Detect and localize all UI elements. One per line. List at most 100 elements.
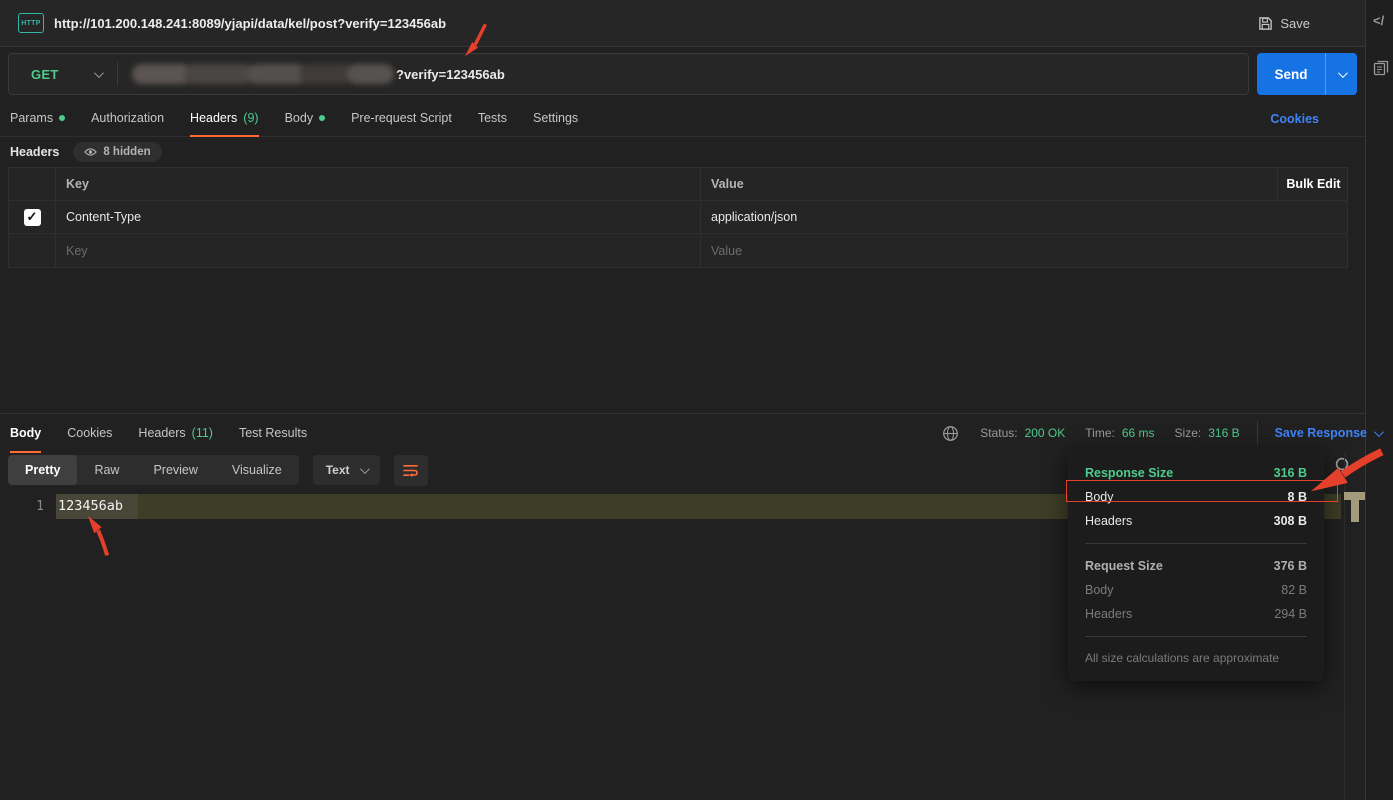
response-tab-body[interactable]: Body	[10, 414, 41, 452]
view-visualize[interactable]: Visualize	[215, 455, 299, 485]
search-icon	[1334, 456, 1352, 474]
response-tab-cookies[interactable]: Cookies	[67, 414, 112, 452]
redacted-url-segment	[132, 63, 394, 85]
popup-request-body-row: Body 82 B	[1068, 578, 1324, 602]
send-label[interactable]: Send	[1257, 53, 1325, 95]
table-header-row: Key Value Bulk Edit	[9, 168, 1347, 201]
request-tabs: Params Authorization Headers(9) Body Pre…	[0, 100, 1365, 137]
header-value-cell[interactable]: application/json	[701, 201, 1278, 233]
request-headers-value: 294 B	[1274, 607, 1307, 621]
key-input-placeholder[interactable]: Key	[56, 234, 701, 267]
chevron-down-icon	[1338, 68, 1348, 78]
url-bar: GET ?verify=123456ab	[8, 53, 1249, 95]
request-size-value: 376 B	[1274, 559, 1307, 573]
row-checkbox-cell: ✓	[9, 201, 56, 233]
request-title: http://101.200.148.241:8089/yjapi/data/k…	[54, 16, 446, 31]
request-body-value: 82 B	[1281, 583, 1307, 597]
bulk-edit-button[interactable]: Bulk Edit	[1278, 168, 1349, 200]
view-mode-segment: Pretty Raw Preview Visualize	[8, 455, 299, 485]
method-select[interactable]: GET	[9, 67, 117, 82]
format-select[interactable]: Text	[313, 455, 380, 485]
send-options-button[interactable]	[1326, 53, 1357, 95]
row-checkbox-cell	[9, 234, 56, 267]
divider	[117, 62, 118, 86]
code-snippet-icon[interactable]: </	[1373, 13, 1384, 28]
size-value[interactable]: 316 B	[1208, 426, 1239, 440]
popup-response-size-row: Response Size 316 B	[1068, 461, 1324, 485]
tab-params[interactable]: Params	[10, 100, 65, 136]
popup-request-headers-row: Headers 294 B	[1068, 602, 1324, 626]
cookies-link[interactable]: Cookies	[1270, 100, 1319, 137]
popup-body-value: 8 B	[1288, 490, 1307, 504]
response-tab-headers[interactable]: Headers(11)	[138, 414, 213, 452]
popup-footnote: All size calculations are approximate	[1068, 647, 1324, 665]
request-body-label: Body	[1085, 583, 1114, 597]
popup-body-row: Body 8 B	[1068, 485, 1324, 509]
tab-body[interactable]: Body	[285, 100, 326, 136]
right-sidebar: </	[1365, 0, 1393, 800]
view-preview[interactable]: Preview	[136, 455, 214, 485]
table-row: ✓ Content-Type application/json	[9, 201, 1347, 234]
url-input[interactable]: ?verify=123456ab	[396, 67, 505, 82]
chevron-down-icon	[94, 68, 104, 78]
method-label: GET	[31, 67, 59, 82]
line-number: 1	[0, 494, 44, 519]
tab-settings[interactable]: Settings	[533, 100, 578, 136]
save-button[interactable]: Save	[1258, 0, 1310, 47]
save-response-label: Save Response	[1275, 426, 1367, 440]
view-raw[interactable]: Raw	[77, 455, 136, 485]
params-dot	[59, 115, 65, 121]
documentation-icon[interactable]	[1373, 60, 1389, 76]
divider	[1257, 421, 1258, 445]
tab-pre-request-script[interactable]: Pre-request Script	[351, 100, 452, 136]
response-tab-test-results[interactable]: Test Results	[239, 414, 307, 452]
tab-tests[interactable]: Tests	[478, 100, 507, 136]
response-view-controls: Pretty Raw Preview Visualize Text	[8, 454, 428, 486]
hidden-headers-label: 8 hidden	[103, 146, 150, 158]
request-headers-label: Headers	[1085, 607, 1132, 621]
select-all-cell	[9, 168, 56, 200]
globe-icon[interactable]	[942, 425, 959, 442]
eye-icon	[84, 147, 97, 157]
value-input-placeholder[interactable]: Value	[701, 234, 1278, 267]
header-key-cell[interactable]: Content-Type	[56, 201, 701, 233]
save-response-button[interactable]: Save Response	[1275, 426, 1381, 440]
tab-authorization[interactable]: Authorization	[91, 100, 164, 136]
topbar: HTTP http://101.200.148.241:8089/yjapi/d…	[0, 0, 1365, 47]
response-body-text[interactable]: 123456ab	[58, 494, 123, 519]
status-label: Status:	[980, 426, 1017, 440]
table-row-empty: Key Value	[9, 234, 1347, 267]
send-button[interactable]: Send	[1257, 53, 1357, 95]
format-label: Text	[326, 463, 350, 477]
popup-request-size-row: Request Size 376 B	[1068, 554, 1324, 578]
popup-headers-row: Headers 308 B	[1068, 509, 1324, 533]
wrap-lines-button[interactable]	[394, 455, 428, 486]
row-actions-cell	[1278, 201, 1349, 233]
view-pretty[interactable]: Pretty	[8, 455, 77, 485]
popup-headers-label: Headers	[1085, 514, 1132, 528]
save-label: Save	[1280, 16, 1310, 31]
tab-headers[interactable]: Headers(9)	[190, 100, 259, 136]
status-value: 200 OK	[1025, 426, 1066, 440]
floppy-save-icon	[1258, 16, 1273, 31]
headers-meta: Headers 8 hidden	[10, 138, 162, 166]
hidden-headers-toggle[interactable]: 8 hidden	[73, 142, 161, 162]
request-size-title: Request Size	[1085, 559, 1163, 573]
cursor-artifact	[1344, 492, 1365, 522]
popup-body-label: Body	[1085, 490, 1114, 504]
response-size-popup: Response Size 316 B Body 8 B Headers 308…	[1068, 447, 1324, 681]
headers-table: Key Value Bulk Edit ✓ Content-Type appli…	[8, 167, 1348, 268]
time-label: Time:	[1085, 426, 1115, 440]
column-value: Value	[701, 168, 1278, 200]
popup-divider	[1085, 543, 1307, 544]
row-actions-cell	[1278, 234, 1349, 267]
popup-headers-value: 308 B	[1274, 514, 1307, 528]
response-size-value: 316 B	[1274, 466, 1307, 480]
response-headers-count: (11)	[192, 426, 213, 440]
headers-section-label: Headers	[10, 145, 59, 159]
time-value: 66 ms	[1122, 426, 1155, 440]
wrap-lines-icon	[402, 463, 419, 478]
search-response-button[interactable]	[1334, 456, 1352, 474]
response-size-title: Response Size	[1085, 466, 1173, 480]
row-checkbox[interactable]: ✓	[24, 209, 41, 226]
